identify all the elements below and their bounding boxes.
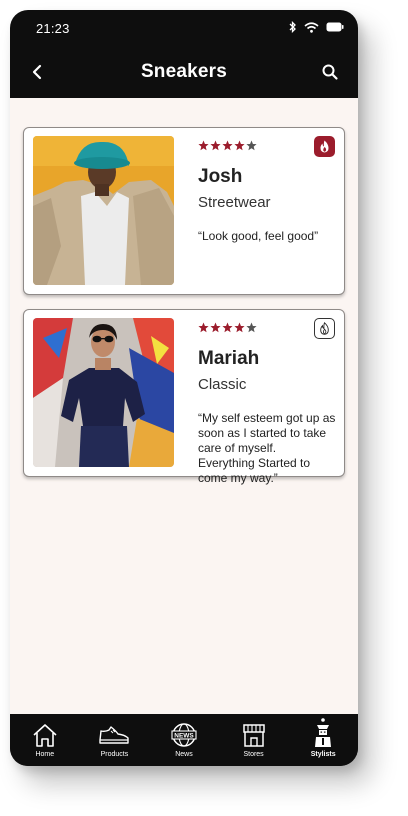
star-empty-icon xyxy=(246,140,257,151)
status-icons xyxy=(289,21,344,33)
wifi-icon xyxy=(304,21,319,33)
stylist-name: Mariah xyxy=(198,348,260,369)
storefront-icon xyxy=(242,724,265,747)
star-filled-icon xyxy=(222,140,233,151)
star-filled-icon xyxy=(210,140,221,151)
svg-text:NEWS: NEWS xyxy=(174,733,194,740)
app-header: Sneakers xyxy=(10,46,358,98)
stylist-name: Josh xyxy=(198,166,243,187)
bluetooth-icon xyxy=(289,21,296,33)
status-time: 21:23 xyxy=(36,21,70,36)
search-icon xyxy=(322,64,338,80)
battery-icon xyxy=(326,22,344,32)
status-bar: 21:23 xyxy=(10,10,358,46)
rating-stars xyxy=(198,140,257,151)
featured-toggle[interactable] xyxy=(314,318,335,339)
stylist-quote: “My self esteem got up as soon as I star… xyxy=(198,411,336,485)
star-empty-icon xyxy=(246,322,257,333)
featured-badge[interactable] xyxy=(314,136,335,157)
star-filled-icon xyxy=(222,322,233,333)
stylist-quote: “Look good, feel good” xyxy=(198,229,319,243)
home-icon xyxy=(33,724,57,747)
star-filled-icon xyxy=(198,322,209,333)
flame-icon xyxy=(320,140,329,153)
stylist-style: Classic xyxy=(198,376,247,393)
star-filled-icon xyxy=(210,322,221,333)
star-filled-icon xyxy=(234,140,245,151)
stylist-list: Josh Streetwear “Look good, feel good” M… xyxy=(10,98,358,723)
search-button[interactable] xyxy=(320,62,340,82)
bottom-tab-bar: Home Products NEWS News Stores Stylists xyxy=(10,714,358,766)
tab-label: Stylists xyxy=(310,751,336,758)
tab-label: Home xyxy=(35,751,55,758)
tab-stylists[interactable]: Stylists xyxy=(290,714,356,766)
star-filled-icon xyxy=(198,140,209,151)
tab-label: Stores xyxy=(243,751,264,758)
rating-stars xyxy=(198,322,257,333)
tab-label: News xyxy=(175,751,193,758)
stylist-photo xyxy=(33,318,174,467)
flame-outline-icon xyxy=(320,322,329,335)
stylist-style: Streetwear xyxy=(198,194,271,211)
tab-stores[interactable]: Stores xyxy=(221,714,287,766)
phone-frame: 21:23 Sneakers Josh Streetwear “Look goo… xyxy=(10,10,358,766)
tab-news[interactable]: NEWS News xyxy=(151,714,217,766)
stylist-icon xyxy=(315,718,332,747)
star-filled-icon xyxy=(234,322,245,333)
tab-label: Products xyxy=(100,751,129,758)
tab-products[interactable]: Products xyxy=(81,714,147,766)
news-globe-icon: NEWS xyxy=(171,723,197,747)
stylist-card-josh[interactable]: Josh Streetwear “Look good, feel good” xyxy=(23,127,345,295)
stylist-photo xyxy=(33,136,174,285)
page-title: Sneakers xyxy=(140,61,228,82)
tab-home[interactable]: Home xyxy=(12,714,78,766)
stylist-card-mariah[interactable]: Mariah Classic “My self esteem got up as… xyxy=(23,309,345,485)
sneaker-icon xyxy=(99,726,130,744)
